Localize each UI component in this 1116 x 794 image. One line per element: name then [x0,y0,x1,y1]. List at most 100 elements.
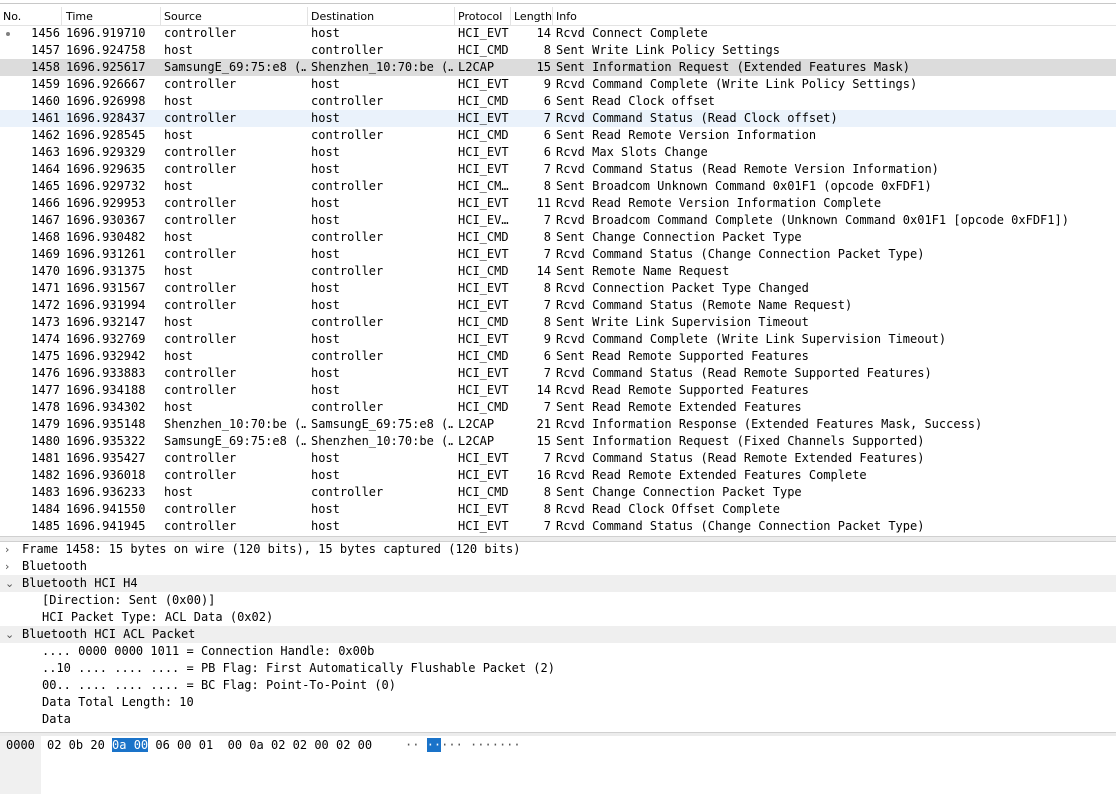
packet-source: controller [164,281,237,295]
packet-row[interactable]: 1476 1696.933883 controller host HCI_EVT 7 Rcv… [0,365,1116,382]
detail-tree-label: Data [42,712,71,726]
column-separator[interactable] [510,7,511,25]
detail-tree-item[interactable]: ⌄ Bluetooth HCI ACL Packet [0,626,1116,643]
column-separator[interactable] [307,7,308,25]
packet-protocol: HCI_CMD [458,264,509,278]
hex-bytes-selected[interactable]: 0a 00 [112,738,149,752]
detail-tree-item[interactable]: › Bluetooth [0,558,1116,575]
column-header-length[interactable]: Length [514,10,552,23]
chevron-right-icon[interactable]: › [5,541,17,558]
packet-row[interactable]: 1468 1696.930482 host controller HCI_CMD 8 Sen… [0,229,1116,246]
packet-row[interactable]: 1466 1696.929953 controller host HCI_EVT 11 Rc… [0,195,1116,212]
packet-row[interactable]: 1458 1696.925617 SamsungE_69:75:e8 (… Shenz… [0,59,1116,76]
packet-protocol: HCI_EVT [458,196,509,210]
hex-ascii[interactable]: ·· ····· ······· [405,737,521,753]
column-separator[interactable] [454,7,455,25]
hex-ascii-after[interactable]: ··· ······· [441,738,520,752]
packet-row[interactable]: 1470 1696.931375 host controller HCI_CMD 14 Se… [0,263,1116,280]
packet-destination: host [311,77,340,91]
packet-row[interactable]: 1467 1696.930367 controller host HCI_EV… 7 Rcv… [0,212,1116,229]
packet-time: 1696.926667 [66,77,146,91]
packet-destination: host [311,332,340,346]
chevron-down-icon[interactable]: ⌄ [5,626,17,643]
packet-row[interactable]: 1478 1696.934302 host controller HCI_CMD 7 Sen… [0,399,1116,416]
packet-length: 8 [543,281,551,295]
packet-row[interactable]: 1459 1696.926667 controller host HCI_EVT 9 Rcv… [0,76,1116,93]
packet-row[interactable]: 1469 1696.931261 controller host HCI_EVT 7 Rcv… [0,246,1116,263]
packet-destination: host [311,468,340,482]
packet-time: 1696.933883 [66,366,146,380]
packet-destination: controller [311,349,384,363]
packet-protocol: HCI_EVT [458,247,509,261]
packet-source: controller [164,298,237,312]
packet-row[interactable]: 1477 1696.934188 controller host HCI_EVT 14 Rc… [0,382,1116,399]
packet-row[interactable]: 1473 1696.932147 host controller HCI_CMD 8 Sen… [0,314,1116,331]
packet-no: 1457 [31,43,60,57]
column-header-source[interactable]: Source [164,10,202,23]
hex-bytes[interactable]: 02 0b 20 0a 00 06 00 01 00 0a 02 02 00 0… [47,737,372,753]
packet-no: 1463 [31,145,60,159]
column-header-protocol[interactable]: Protocol [458,10,502,23]
packet-length: 7 [543,366,551,380]
packet-row[interactable]: 1484 1696.941550 controller host HCI_EVT 8 Rcv… [0,501,1116,518]
packet-row[interactable]: 1462 1696.928545 host controller HCI_CMD 6 Sen… [0,127,1116,144]
column-separator[interactable] [552,7,553,25]
detail-tree-item[interactable]: Data Total Length: 10 [0,694,1116,711]
packet-source: controller [164,383,237,397]
packet-info: Rcvd Command Status (Read Clock offset) [556,111,838,125]
packet-row[interactable]: 1472 1696.931994 controller host HCI_EVT 7 Rcv… [0,297,1116,314]
packet-row[interactable]: 1465 1696.929732 host controller HCI_CM… 8 Sen… [0,178,1116,195]
packet-no: 1469 [31,247,60,261]
packet-row[interactable]: 1456 1696.919710 controller host HCI_EVT 14 Rc… [0,25,1116,42]
detail-tree-item[interactable]: › Frame 1458: 15 bytes on wire (120 bits)… [0,541,1116,558]
packet-info: Rcvd Read Remote Extended Features Compl… [556,468,867,482]
detail-tree-item[interactable]: [Direction: Sent (0x00)] [0,592,1116,609]
packet-destination: host [311,502,340,516]
packet-protocol: HCI_EVT [458,281,509,295]
packet-no: 1464 [31,162,60,176]
column-header-destination[interactable]: Destination [311,10,374,23]
packet-row[interactable]: 1480 1696.935322 SamsungE_69:75:e8 (… Shenz… [0,433,1116,450]
column-header-time[interactable]: Time [66,10,93,23]
hex-ascii-before[interactable]: ·· [405,738,427,752]
hex-bytes-before[interactable]: 02 0b 20 [47,738,112,752]
packet-row[interactable]: 1482 1696.936018 controller host HCI_EVT 16 Rc… [0,467,1116,484]
column-separator[interactable] [61,7,62,25]
hex-ascii-selected[interactable]: ·· [426,738,442,752]
detail-tree-item[interactable]: ..10 .... .... .... = PB Flag: First Aut… [0,660,1116,677]
packet-protocol: HCI_CMD [458,400,509,414]
packet-source: SamsungE_69:75:e8 (… [164,434,306,448]
packet-row[interactable]: 1457 1696.924758 host controller HCI_CMD 8 Sen… [0,42,1116,59]
hex-bytes-after[interactable]: 06 00 01 00 0a 02 02 00 02 00 [148,738,372,752]
packet-row[interactable]: 1461 1696.928437 controller host HCI_EVT 7 Rcv… [0,110,1116,127]
packet-row[interactable]: 1479 1696.935148 Shenzhen_10:70:be (… Samsu… [0,416,1116,433]
packet-info: Sent Information Request (Extended Featu… [556,60,911,74]
packet-row[interactable]: 1483 1696.936233 host controller HCI_CMD 8 Sen… [0,484,1116,501]
column-header-info[interactable]: Info [556,10,577,23]
detail-tree-label: Data Total Length: 10 [42,695,194,709]
detail-tree-item[interactable]: .... 0000 0000 1011 = Connection Handle:… [0,643,1116,660]
packet-list-pane[interactable]: No. Time Source Destination Protocol Len… [0,0,1116,536]
packet-protocol: L2CAP [458,417,495,431]
packet-row[interactable]: 1464 1696.929635 controller host HCI_EVT 7 Rcv… [0,161,1116,178]
chevron-right-icon[interactable]: › [5,558,17,575]
packet-row[interactable]: 1481 1696.935427 controller host HCI_EVT 7 Rcv… [0,450,1116,467]
chevron-down-icon[interactable]: ⌄ [5,575,17,592]
detail-tree-item[interactable]: ⌄ Bluetooth HCI H4 [0,575,1116,592]
packet-list-header[interactable]: No. Time Source Destination Protocol Len… [0,7,1116,26]
packet-no: 1468 [31,230,60,244]
detail-tree-item[interactable]: 00.. .... .... .... = BC Flag: Point-To-… [0,677,1116,694]
column-header-no[interactable]: No. [3,10,21,23]
column-separator[interactable] [160,7,161,25]
packet-info: Rcvd Command Complete (Write Link Superv… [556,332,947,346]
packet-row[interactable]: 1463 1696.929329 controller host HCI_EVT 6 Rcv… [0,144,1116,161]
packet-row[interactable]: 1471 1696.931567 controller host HCI_EVT 8 Rcv… [0,280,1116,297]
packet-no: 1459 [31,77,60,91]
packet-row[interactable]: 1485 1696.941945 controller host HCI_EVT 7 Rcv… [0,518,1116,535]
packet-row[interactable]: 1475 1696.932942 host controller HCI_CMD 6 Sen… [0,348,1116,365]
packet-bytes-pane[interactable]: 0000 02 0b 20 0a 00 06 00 01 00 0a 02 02… [0,736,1116,794]
packet-row[interactable]: 1474 1696.932769 controller host HCI_EVT 9 Rcv… [0,331,1116,348]
detail-tree-item[interactable]: HCI Packet Type: ACL Data (0x02) [0,609,1116,626]
detail-tree-item[interactable]: Data [0,711,1116,728]
packet-row[interactable]: 1460 1696.926998 host controller HCI_CMD 6 Sen… [0,93,1116,110]
